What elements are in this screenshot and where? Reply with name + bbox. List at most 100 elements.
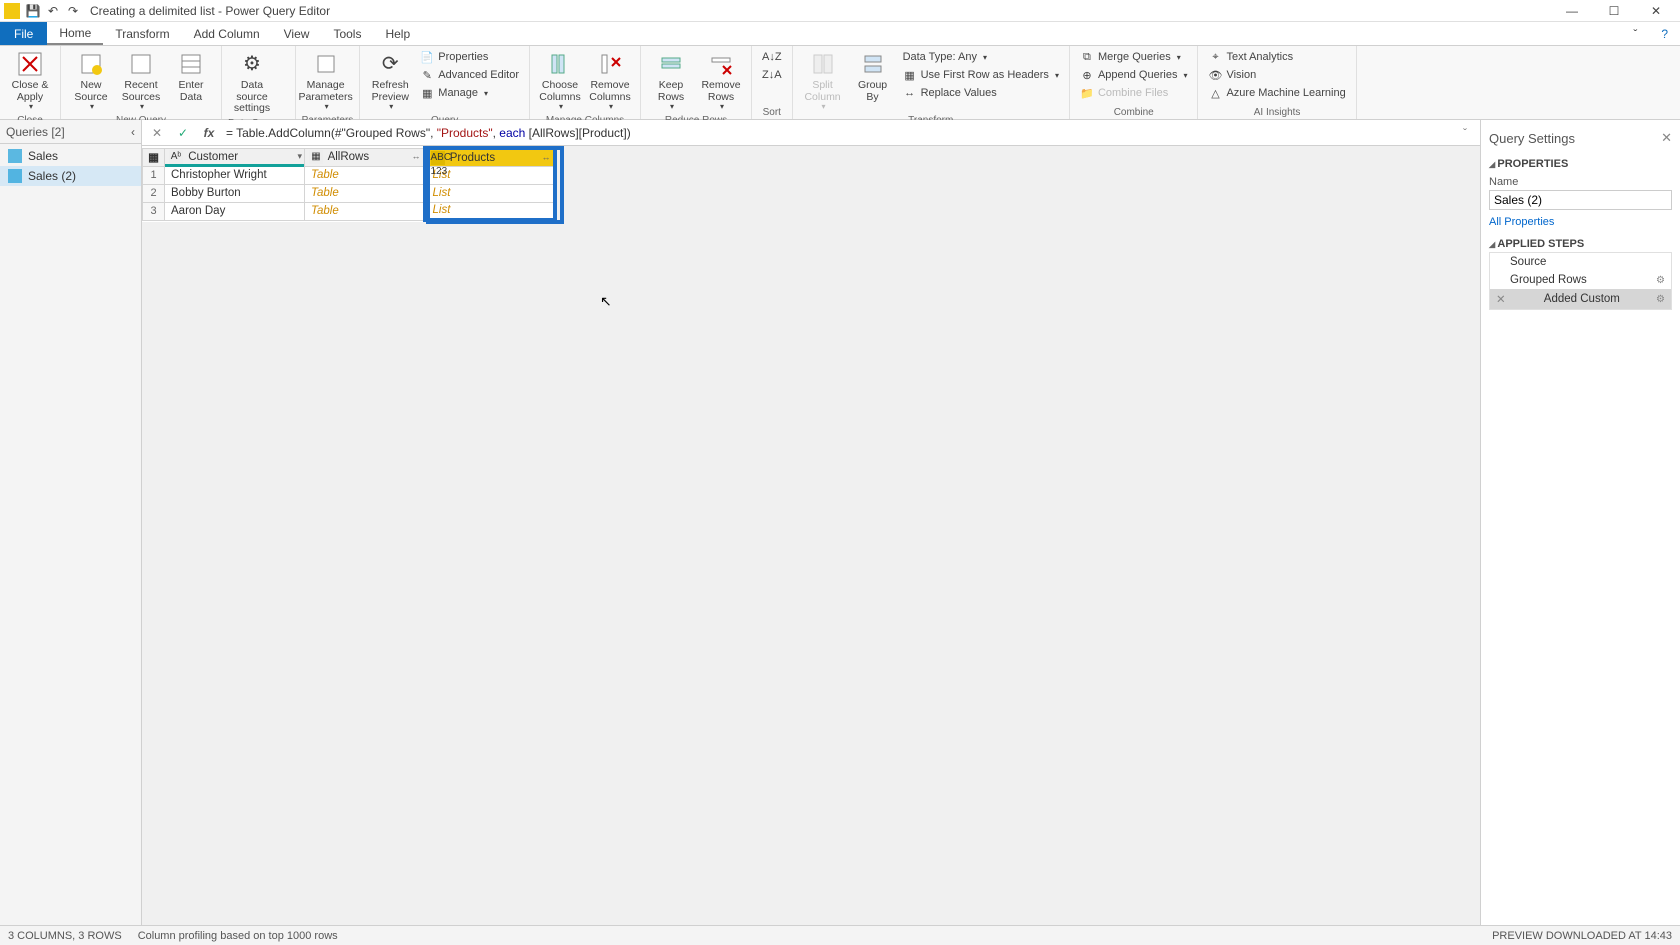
keep-rows-button[interactable]: Keep Rows [647,48,695,114]
recent-sources-button[interactable]: Recent Sources [117,48,165,114]
tab-add-column[interactable]: Add Column [182,22,272,45]
enter-data-icon [177,50,205,78]
table-row[interactable]: 3Aaron DayTableList [143,202,555,220]
properties-section-header[interactable]: PROPERTIES [1489,152,1672,172]
combine-files-icon: 📁 [1080,86,1094,100]
cell-customer[interactable]: Aaron Day [165,202,305,220]
combine-files-button[interactable]: 📁Combine Files [1076,84,1192,102]
type-any-icon: ABC123 [431,151,445,165]
step-added-custom[interactable]: ✕Added Custom⚙ [1490,289,1671,309]
formula-expand-icon[interactable]: ˇ [1456,124,1474,142]
azure-ml-button[interactable]: △Azure Machine Learning [1204,84,1349,102]
tab-home[interactable]: Home [47,22,103,45]
cell-allrows[interactable]: Table [305,166,425,184]
collapse-queries-icon[interactable]: ‹ [131,125,135,139]
cell-allrows[interactable]: Table [305,202,425,220]
choose-columns-button[interactable]: Choose Columns [536,48,584,114]
cell-products[interactable]: List [425,202,555,220]
sort-desc-icon: Z↓A [762,69,782,81]
quick-access-toolbar: 💾 ↶ ↷ [24,2,82,20]
query-icon [8,169,22,183]
column-header-products[interactable]: ABC123 Products ↔ [425,148,555,166]
refresh-preview-button[interactable]: ⟳Refresh Preview [366,48,414,114]
accept-formula-icon[interactable]: ✓ [174,124,192,142]
applied-steps-list: Source Grouped Rows⚙ ✕Added Custom⚙ [1489,252,1672,310]
table-row[interactable]: 1Christopher WrightTableList [143,166,555,184]
new-source-button[interactable]: New Source [67,48,115,114]
row-number[interactable]: 2 [143,184,165,202]
query-item-sales[interactable]: Sales [0,146,141,166]
query-name-input[interactable] [1489,190,1672,210]
fx-icon[interactable]: fx [200,124,218,142]
advanced-editor-button[interactable]: ✎Advanced Editor [416,66,523,84]
table-corner[interactable]: ▦ [143,148,165,166]
ribbon-collapse-button[interactable]: ˇ [1621,22,1649,45]
tab-tools[interactable]: Tools [321,22,373,45]
split-column-button[interactable]: Split Column [799,48,847,114]
tab-transform[interactable]: Transform [103,22,181,45]
row-number[interactable]: 3 [143,202,165,220]
column-header-customer[interactable]: Aᵇ Customer ▾ [165,148,305,166]
manage-parameters-button[interactable]: Manage Parameters [302,48,350,114]
titlebar: 💾 ↶ ↷ Creating a delimited list - Power … [0,0,1680,22]
maximize-button[interactable]: ☐ [1594,1,1634,21]
close-apply-button[interactable]: Close & Apply [6,48,54,114]
data-grid[interactable]: ▦ Aᵇ Customer ▾ ▦ AllRows ↔ [142,146,557,222]
delete-step-icon[interactable]: ✕ [1496,292,1506,306]
sort-desc-button[interactable]: Z↓A [758,66,786,84]
gear-icon[interactable]: ⚙ [1656,275,1665,286]
remove-columns-icon [596,50,624,78]
first-row-headers-button[interactable]: ▦Use First Row as Headers [899,66,1063,84]
expand-icon[interactable]: ↔ [412,151,421,161]
step-source[interactable]: Source [1490,253,1671,271]
tab-help[interactable]: Help [373,22,422,45]
all-properties-link[interactable]: All Properties [1489,212,1672,232]
manage-button[interactable]: ▦Manage [416,84,523,102]
formula-input[interactable]: = Table.AddColumn(#"Grouped Rows", "Prod… [226,126,1448,140]
cell-allrows[interactable]: Table [305,184,425,202]
table-row[interactable]: 2Bobby BurtonTableList [143,184,555,202]
name-label: Name [1489,172,1672,188]
window-title: Creating a delimited list - Power Query … [90,4,1552,18]
column-header-allrows[interactable]: ▦ AllRows ↔ [305,148,425,166]
cell-products[interactable]: List [425,184,555,202]
save-icon[interactable]: 💾 [24,2,42,20]
tab-view[interactable]: View [272,22,322,45]
sort-asc-icon: A↓Z [762,51,782,63]
cell-customer[interactable]: Christopher Wright [165,166,305,184]
minimize-button[interactable]: — [1552,1,1592,21]
close-settings-icon[interactable]: ✕ [1661,130,1672,146]
group-by-button[interactable]: Group By [849,48,897,105]
help-info-button[interactable]: ? [1649,22,1680,45]
sort-asc-button[interactable]: A↓Z [758,48,786,66]
remove-columns-button[interactable]: Remove Columns [586,48,634,114]
tab-file[interactable]: File [0,22,47,45]
replace-values-button[interactable]: ↔Replace Values [899,84,1063,102]
close-button[interactable]: ✕ [1636,1,1676,21]
remove-rows-button[interactable]: Remove Rows [697,48,745,114]
type-text-icon: Aᵇ [169,150,183,164]
cell-customer[interactable]: Bobby Burton [165,184,305,202]
enter-data-button[interactable]: Enter Data [167,48,215,105]
properties-button[interactable]: 📄Properties [416,48,523,66]
text-analytics-button[interactable]: ⌖Text Analytics [1204,48,1349,66]
gear-icon[interactable]: ⚙ [1656,294,1665,305]
expand-icon[interactable]: ↔ [542,152,551,162]
step-grouped-rows[interactable]: Grouped Rows⚙ [1490,271,1671,289]
append-queries-button[interactable]: ⊕Append Queries [1076,66,1192,84]
undo-icon[interactable]: ↶ [44,2,62,20]
type-table-icon: ▦ [309,150,323,164]
vision-button[interactable]: 👁Vision [1204,66,1349,84]
applied-steps-header[interactable]: APPLIED STEPS [1489,232,1672,252]
text-analytics-icon: ⌖ [1208,50,1222,64]
queries-pane: Queries [2] ‹ Sales Sales (2) [0,120,142,925]
data-type-button[interactable]: Data Type: Any [899,48,1063,66]
keep-rows-icon [657,50,685,78]
cancel-formula-icon[interactable]: ✕ [148,124,166,142]
data-source-settings-button[interactable]: ⚙Data source settings [228,48,276,117]
merge-queries-button[interactable]: ⧉Merge Queries [1076,48,1192,66]
redo-icon[interactable]: ↷ [64,2,82,20]
filter-icon[interactable]: ▾ [297,151,302,162]
row-number[interactable]: 1 [143,166,165,184]
query-item-sales2[interactable]: Sales (2) [0,166,141,186]
